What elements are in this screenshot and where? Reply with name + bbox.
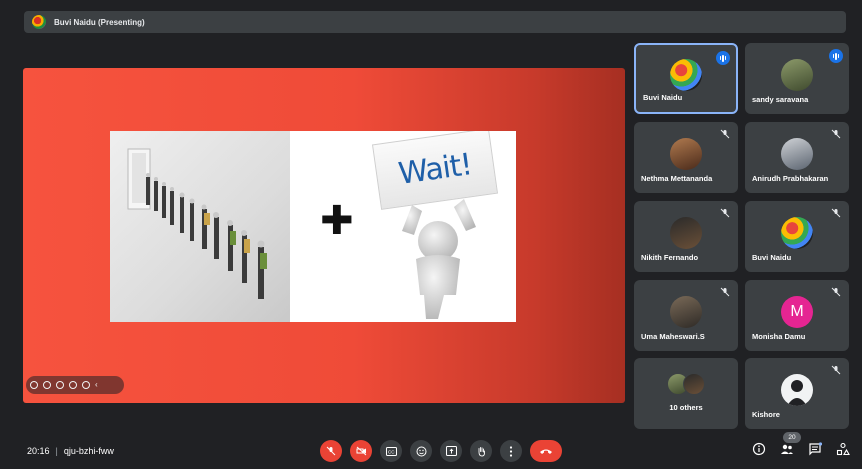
present-button[interactable] <box>440 440 462 462</box>
play-icon[interactable] <box>43 381 51 389</box>
camera-toggle-button[interactable] <box>350 440 372 462</box>
call-controls: CC <box>320 440 562 462</box>
avatar <box>683 373 705 395</box>
globe-icon[interactable] <box>82 381 90 389</box>
mic-off-icon <box>720 129 730 139</box>
participant-name: Monisha Damu <box>752 332 806 341</box>
chat-icon <box>809 442 823 456</box>
info-icon <box>752 442 766 456</box>
presentation-slide: ✚ Wait! <box>110 131 516 322</box>
participant-name: Nikith Fernando <box>641 253 699 262</box>
participant-tile[interactable]: Buvi Naidu <box>634 43 738 114</box>
avatar <box>670 295 702 328</box>
bottom-bar: 20:16 | qju-bzhi-fww CC 20 <box>0 432 862 469</box>
participant-tile[interactable]: M Monisha Damu <box>745 280 849 351</box>
meeting-time: 20:16 <box>27 446 50 456</box>
participant-name: sandy saravana <box>752 95 809 104</box>
presenter-bar[interactable]: Buvi Naidu (Presenting) <box>24 11 846 33</box>
presenter-label: Buvi Naidu (Presenting) <box>54 17 145 27</box>
presentation-toolbar: ‹ <box>26 376 124 394</box>
speaking-indicator-icon <box>716 51 730 65</box>
mic-off-icon <box>831 129 841 139</box>
participant-tile[interactable]: Kishore <box>745 358 849 429</box>
mic-toggle-button[interactable] <box>320 440 342 462</box>
mic-off-icon <box>831 208 841 218</box>
meeting-code[interactable]: qju-bzhi-fww <box>64 446 114 456</box>
activities-button[interactable] <box>836 442 850 456</box>
meeting-info: 20:16 | qju-bzhi-fww <box>27 446 114 456</box>
others-tile[interactable]: 10 others <box>634 358 738 429</box>
avatar <box>670 137 702 170</box>
more-options-button[interactable] <box>500 440 522 462</box>
participant-tile[interactable]: Uma Maheswari.S <box>634 280 738 351</box>
reactions-button[interactable] <box>410 440 432 462</box>
avatar: M <box>781 295 813 328</box>
mic-off-icon <box>720 208 730 218</box>
leave-call-button[interactable] <box>530 440 562 462</box>
queue-illustration <box>110 131 290 322</box>
side-panel-controls <box>752 442 850 456</box>
captions-button[interactable]: CC <box>380 440 402 462</box>
mic-off-icon <box>326 446 336 456</box>
emoji-icon <box>416 446 426 456</box>
participant-tile[interactable]: Nikith Fernando <box>634 201 738 272</box>
people-icon <box>781 444 793 454</box>
participant-name: Buvi Naidu <box>752 253 792 262</box>
avatar <box>781 373 813 406</box>
avatar <box>781 216 813 249</box>
present-icon <box>445 446 457 456</box>
participant-name: Uma Maheswari.S <box>641 332 705 341</box>
mic-off-icon <box>831 365 841 375</box>
participant-name: Buvi Naidu <box>643 93 683 102</box>
mic-off-icon <box>831 287 841 297</box>
others-avatars <box>667 373 707 395</box>
meet-window: Buvi Naidu (Presenting) ✚ Wait! ‹ Buvi N… <box>0 0 862 469</box>
avatar <box>781 58 813 91</box>
pen-icon[interactable] <box>56 381 64 389</box>
more-icon <box>509 445 513 457</box>
mic-off-icon <box>720 287 730 297</box>
camera-off-icon <box>356 446 366 456</box>
presenter-avatar <box>32 15 46 29</box>
participant-name: Kishore <box>752 410 780 419</box>
pointer-icon[interactable] <box>69 381 77 389</box>
wait-text: Wait! <box>396 146 474 192</box>
speaking-indicator-icon <box>829 49 843 63</box>
avatar <box>781 137 813 170</box>
chat-button[interactable] <box>808 442 823 456</box>
plus-icon: ✚ <box>320 198 354 244</box>
meeting-details-button[interactable] <box>752 442 766 456</box>
participant-tile[interactable]: sandy saravana <box>745 43 849 114</box>
record-icon[interactable] <box>30 381 38 389</box>
activities-icon <box>836 442 850 456</box>
hangup-icon <box>540 449 552 454</box>
separator: | <box>55 446 58 456</box>
participant-name: Nethma Mettananda <box>641 174 713 183</box>
avatar <box>670 216 702 249</box>
participant-name: Anirudh Prabhakaran <box>752 174 829 183</box>
participant-tile[interactable]: Anirudh Prabhakaran <box>745 122 849 193</box>
avatar <box>670 58 702 91</box>
people-button[interactable] <box>780 442 794 456</box>
presentation-stage[interactable]: ✚ Wait! ‹ <box>23 68 625 403</box>
participant-tile[interactable]: Nethma Mettananda <box>634 122 738 193</box>
others-count-label: 10 others <box>669 403 703 412</box>
participant-tile[interactable]: Buvi Naidu <box>745 201 849 272</box>
captions-icon: CC <box>385 446 397 456</box>
chevron-left-icon[interactable]: ‹ <box>95 381 103 389</box>
raise-hand-button[interactable] <box>470 440 492 462</box>
raise-hand-icon <box>478 446 485 456</box>
svg-text:CC: CC <box>388 449 395 454</box>
